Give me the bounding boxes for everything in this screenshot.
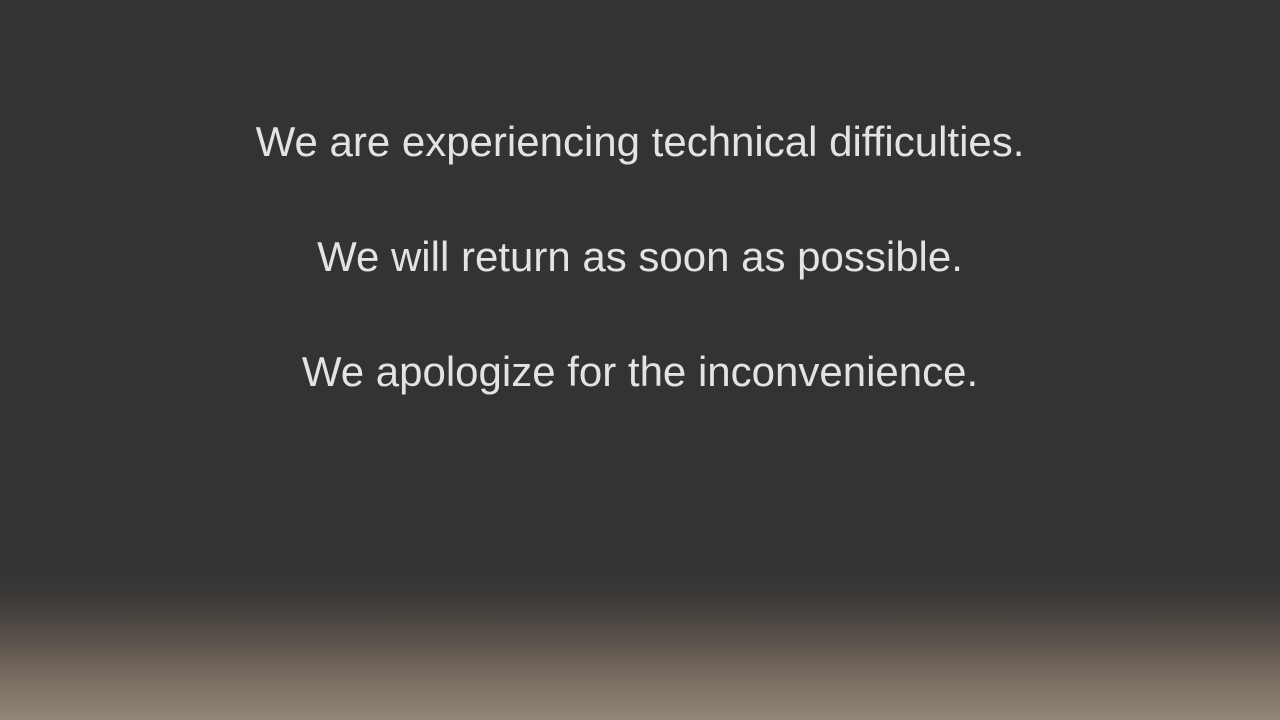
- technical-difficulties-slide: We are experiencing technical difficulti…: [0, 0, 1280, 720]
- message-line-return-soon: We will return as soon as possible.: [317, 233, 963, 280]
- message-line-apology: We apologize for the inconvenience.: [301, 348, 979, 395]
- message-line-technical-difficulties: We are experiencing technical difficulti…: [255, 118, 1025, 165]
